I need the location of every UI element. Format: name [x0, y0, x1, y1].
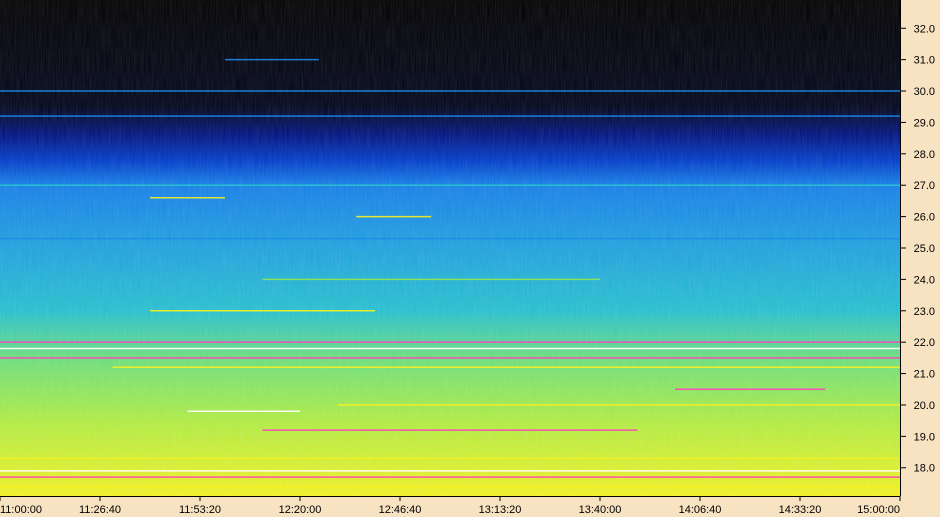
x-tick-label: 14:06:40	[679, 504, 722, 516]
y-tick-label: 29.0	[914, 117, 935, 129]
y-tick-label: 28.0	[914, 149, 935, 161]
y-tick-label: 24.0	[914, 274, 935, 286]
y-tick-label: 21.0	[914, 369, 935, 381]
y-tick-label: 30.0	[914, 86, 935, 98]
y-tick-label: 32.0	[914, 23, 935, 35]
x-tick-label: 11:26:40	[79, 504, 121, 516]
y-tick-label: 18.0	[914, 463, 935, 475]
y-tick-label: 26.0	[914, 212, 935, 224]
x-tick-label: 15:00:00	[857, 504, 900, 516]
x-tick-label: 12:20:00	[279, 504, 322, 516]
x-tick-label: 11:00:00	[0, 504, 42, 516]
y-tick-label: 27.0	[914, 180, 935, 192]
y-tick-label: 22.0	[914, 337, 935, 349]
x-tick-label: 12:46:40	[379, 504, 422, 516]
x-tick-label: 13:40:00	[579, 504, 622, 516]
x-tick-label: 13:13:20	[479, 504, 522, 516]
spectrogram-chart: 18.0 19.0 20.0 21.0 22.0 23.0 24.0 25.0 26.0 27.0…	[0, 0, 940, 517]
y-tick-label: 20.0	[914, 400, 935, 412]
x-tick-label: 11:53:20	[179, 504, 221, 516]
plot-area	[0, 0, 900, 496]
y-tick-label: 23.0	[914, 306, 935, 318]
x-tick-label: 14:33:20	[779, 504, 822, 516]
y-tick-label: 19.0	[914, 431, 935, 443]
heatmap-texture	[0, 0, 900, 496]
y-tick-label: 31.0	[914, 55, 935, 67]
y-tick-label: 25.0	[914, 243, 935, 255]
